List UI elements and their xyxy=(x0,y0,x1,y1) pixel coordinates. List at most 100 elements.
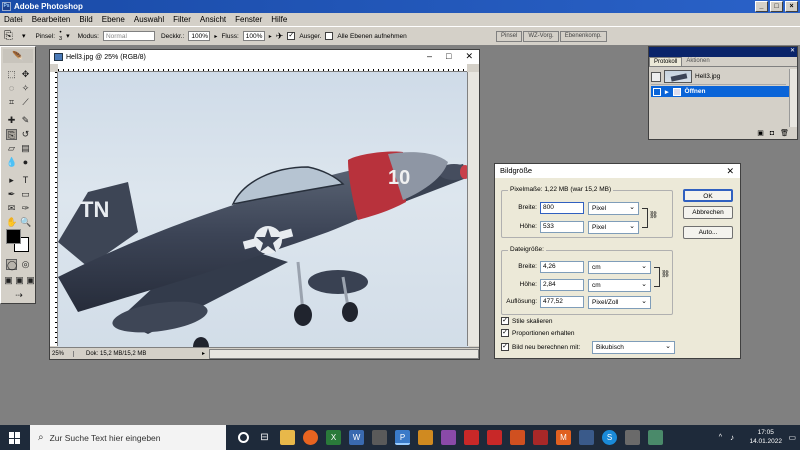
cortana-icon[interactable] xyxy=(238,432,249,443)
dodge-tool-icon[interactable]: ● xyxy=(20,157,31,168)
auto-button[interactable]: Auto... xyxy=(683,226,733,239)
resolution-input[interactable]: 477,52 xyxy=(540,296,584,308)
doc-height-unit-select[interactable]: cm xyxy=(588,279,651,292)
quick-mask-mode-icon[interactable]: ◎ xyxy=(20,259,31,270)
app-icon-7[interactable] xyxy=(579,430,594,445)
pixel-width-unit-select[interactable]: Pixel xyxy=(588,202,639,215)
horizontal-scrollbar[interactable] xyxy=(209,348,479,359)
styles-checkbox[interactable]: ✓ xyxy=(501,317,509,325)
jump-to-imageready-icon[interactable]: ⇢ xyxy=(9,290,29,301)
modus-select[interactable]: Normal xyxy=(102,31,155,41)
app-icon-9[interactable] xyxy=(648,430,663,445)
word-icon[interactable]: W xyxy=(349,430,364,445)
stamp-tool-icon[interactable]: ⎘ xyxy=(4,30,18,43)
ausger-checkbox[interactable]: ✓ xyxy=(287,32,296,40)
screen-mode-standard-icon[interactable]: ▣ xyxy=(3,275,14,286)
resample-checkbox[interactable]: ✓ xyxy=(501,343,509,351)
notes-tool-icon[interactable]: ✉ xyxy=(6,203,17,214)
windows-start-icon[interactable] xyxy=(9,432,21,444)
menu-bild[interactable]: Bild xyxy=(79,15,92,24)
pixel-width-input[interactable]: 800 xyxy=(540,202,584,214)
lasso-tool-icon[interactable]: ◌ xyxy=(6,83,17,94)
history-snapshot[interactable]: Hell3.jpg xyxy=(651,69,786,85)
photoshop-taskbar-icon[interactable]: P xyxy=(395,430,410,445)
app-icon-8[interactable] xyxy=(625,430,640,445)
task-view-icon[interactable]: ⊟ xyxy=(257,430,272,445)
brush-tool-icon[interactable]: ✎ xyxy=(20,115,31,126)
fluss-arrow-icon[interactable]: ▸ xyxy=(269,33,272,40)
resample-option[interactable]: ✓ Bild neu berechnen mit: xyxy=(501,343,580,351)
pdf-icon-2[interactable] xyxy=(487,430,502,445)
tab-wz-vorg[interactable]: WZ-Vorg. xyxy=(523,31,559,42)
airbrush-icon[interactable]: ✈ xyxy=(276,31,284,42)
app-icon-3[interactable] xyxy=(441,430,456,445)
fluss-input[interactable]: 100% xyxy=(242,31,265,41)
panel-close-icon[interactable]: ✕ xyxy=(790,47,795,57)
doc-width-unit-select[interactable]: cm xyxy=(588,261,651,274)
pdf-icon-1[interactable] xyxy=(464,430,479,445)
excel-icon[interactable]: X xyxy=(326,430,341,445)
healing-brush-tool-icon[interactable]: ✚ xyxy=(6,115,17,126)
history-brush-tool-icon[interactable]: ↺ xyxy=(20,129,31,140)
blur-tool-icon[interactable]: 💧 xyxy=(6,157,17,168)
slice-tool-icon[interactable]: ⟋ xyxy=(20,97,31,108)
pen-tool-icon[interactable]: ✒ xyxy=(6,189,17,200)
taskbar-search[interactable]: ⌕ Zur Suche Text hier eingeben xyxy=(30,425,226,450)
tab-ebenenkomp[interactable]: Ebenenkomp. xyxy=(559,31,607,42)
doc-height-input[interactable]: 2,84 xyxy=(540,279,584,291)
ok-button[interactable]: OK xyxy=(683,189,733,202)
resample-method-select[interactable]: Bikubisch xyxy=(592,341,675,354)
show-hidden-icons-icon[interactable]: ^ xyxy=(719,434,722,441)
menu-datei[interactable]: Datei xyxy=(4,15,23,24)
standard-mode-icon[interactable]: ◯ xyxy=(6,259,17,270)
hand-tool-icon[interactable]: ✋ xyxy=(6,217,17,228)
snapshot-source-icon[interactable] xyxy=(651,71,661,82)
eyedropper-tool-icon[interactable]: ✑ xyxy=(20,203,31,214)
status-arrow-icon[interactable]: ▸ xyxy=(202,350,205,357)
app-icon-6[interactable]: M xyxy=(556,430,571,445)
doc-minimize-button[interactable]: – xyxy=(427,51,432,62)
deckkraft-input[interactable]: 100% xyxy=(188,31,211,41)
doc-width-input[interactable]: 4,26 xyxy=(540,261,584,273)
doc-maximize-button[interactable]: □ xyxy=(446,51,451,62)
deckkraft-arrow-icon[interactable]: ▸ xyxy=(214,33,217,40)
menu-ansicht[interactable]: Ansicht xyxy=(200,15,226,24)
maximize-button[interactable]: □ xyxy=(770,1,783,12)
proportions-option[interactable]: ✓ Proportionen erhalten xyxy=(501,329,575,337)
menu-auswahl[interactable]: Auswahl xyxy=(134,15,164,24)
notification-icon[interactable]: ▭ xyxy=(788,433,796,442)
screen-mode-full-menu-icon[interactable]: ▣ xyxy=(14,275,25,286)
close-button[interactable]: × xyxy=(785,1,798,12)
menu-ebene[interactable]: Ebene xyxy=(102,15,125,24)
speaker-icon[interactable]: ♪ xyxy=(730,433,734,442)
app-icon-1[interactable] xyxy=(372,430,387,445)
skype-icon[interactable]: S xyxy=(602,430,617,445)
cancel-button[interactable]: Abbrechen xyxy=(683,206,733,219)
zoom-tool-icon[interactable]: 🔍 xyxy=(20,217,31,228)
file-explorer-icon[interactable] xyxy=(280,430,295,445)
tab-aktionen[interactable]: Aktionen xyxy=(682,57,713,66)
clone-stamp-tool-icon[interactable]: ⎘ xyxy=(6,129,17,140)
marquee-tool-icon[interactable]: ⬚ xyxy=(6,69,17,80)
type-tool-icon[interactable]: T xyxy=(20,175,31,186)
proportions-checkbox[interactable]: ✓ xyxy=(501,329,509,337)
firefox-icon[interactable] xyxy=(303,430,318,445)
dialog-close-button[interactable]: ✕ xyxy=(726,164,734,178)
history-scrollbar[interactable] xyxy=(789,69,797,127)
new-document-from-state-icon[interactable]: ▣ xyxy=(757,129,764,137)
tab-pinsel[interactable]: Pinsel xyxy=(496,31,523,42)
eraser-tool-icon[interactable]: ▱ xyxy=(6,143,17,154)
menu-bearbeiten[interactable]: Bearbeiten xyxy=(32,15,71,24)
menu-filter[interactable]: Filter xyxy=(173,15,191,24)
app-icon-4[interactable] xyxy=(510,430,525,445)
feather-logo-icon[interactable]: 🪶 xyxy=(3,49,33,63)
screen-mode-full-icon[interactable]: ▣ xyxy=(25,275,36,286)
menu-hilfe[interactable]: Hilfe xyxy=(271,15,287,24)
crop-tool-icon[interactable]: ⌗ xyxy=(6,97,17,108)
magic-wand-tool-icon[interactable]: ✧ xyxy=(20,83,31,94)
minimize-button[interactable]: _ xyxy=(755,1,768,12)
history-step-offnen[interactable]: ▸ Öffnen xyxy=(651,86,789,97)
vertical-scrollbar[interactable] xyxy=(467,72,479,346)
pixel-height-unit-select[interactable]: Pixel xyxy=(588,221,639,234)
brush-picker-arrow-icon[interactable]: ▾ xyxy=(66,32,70,40)
